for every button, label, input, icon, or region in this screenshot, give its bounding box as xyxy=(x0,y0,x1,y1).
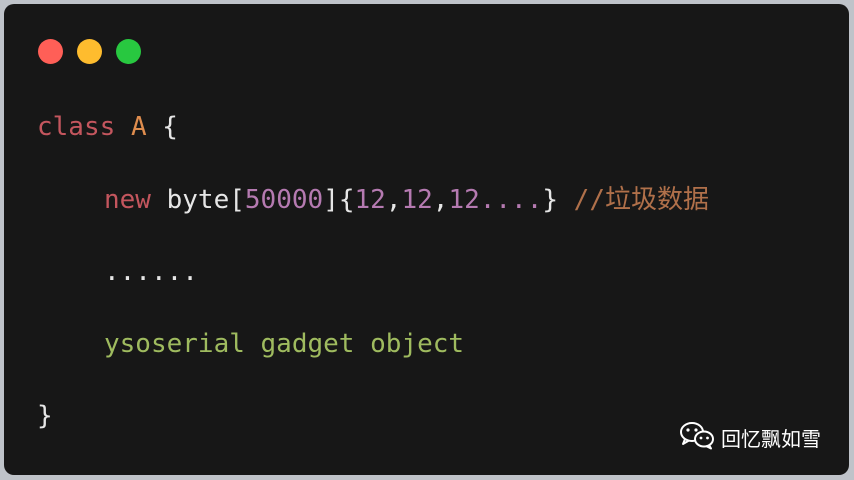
array-size: 50000 xyxy=(244,185,324,215)
minimize-button[interactable] xyxy=(77,39,102,64)
window-controls xyxy=(38,39,141,64)
code-line-4: ysoserial gadget object xyxy=(104,329,465,359)
code-window: class A { new byte[50000]{12,12,12....} … xyxy=(4,4,849,475)
open-brace: { xyxy=(162,112,178,142)
array-close: } xyxy=(542,185,559,215)
class-name: A xyxy=(130,112,147,142)
new-keyword: new xyxy=(104,185,151,215)
wechat-icon xyxy=(679,420,715,455)
type-name: byte[ xyxy=(166,185,245,215)
comma-2: , xyxy=(432,185,449,215)
code-comment: //垃圾数据 xyxy=(573,185,709,215)
array-value-3: 12.... xyxy=(448,185,543,215)
code-line-2: new byte[50000]{12,12,12....} //垃圾数据 xyxy=(104,185,709,215)
class-keyword: class xyxy=(37,112,116,142)
maximize-button[interactable] xyxy=(116,39,141,64)
close-button[interactable] xyxy=(38,39,63,64)
code-line-1: class A { xyxy=(37,112,178,142)
code-block: class A { new byte[50000]{12,12,12....} … xyxy=(37,109,709,439)
watermark-text: 回忆飘如雪 xyxy=(721,427,821,451)
array-open: ]{ xyxy=(323,185,355,215)
array-value-1: 12 xyxy=(354,185,386,215)
watermark: 回忆飘如雪 xyxy=(679,420,821,455)
code-line-5: } xyxy=(37,401,53,431)
comma-1: , xyxy=(385,185,402,215)
array-value-2: 12 xyxy=(401,185,433,215)
code-line-3: ...... xyxy=(104,257,198,287)
